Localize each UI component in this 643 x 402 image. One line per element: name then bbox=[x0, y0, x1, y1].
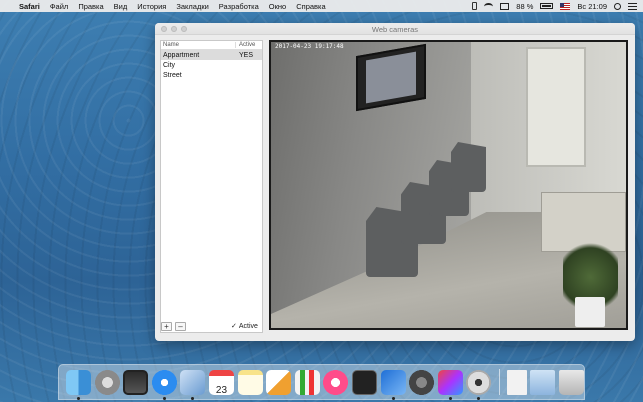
camera-timestamp: 2017-04-23 19:17:48 bbox=[275, 43, 344, 50]
menu-develop[interactable]: Разработка bbox=[219, 2, 259, 11]
menu-window[interactable]: Окно bbox=[269, 2, 286, 11]
xcode-icon[interactable] bbox=[380, 369, 406, 400]
terminal-icon[interactable] bbox=[351, 369, 377, 395]
menu-clock[interactable]: Вс 21:09 bbox=[577, 2, 607, 11]
menu-help[interactable]: Справка bbox=[296, 2, 325, 11]
mail-folder-icon[interactable] bbox=[530, 369, 556, 395]
trash-icon[interactable] bbox=[559, 369, 584, 395]
menu-view[interactable]: Вид bbox=[114, 2, 128, 11]
preview-icon[interactable] bbox=[180, 369, 206, 400]
column-header-active[interactable]: Active bbox=[236, 42, 255, 48]
camera-scene-pot bbox=[575, 297, 605, 327]
itunes-icon[interactable] bbox=[323, 369, 349, 395]
menu-edit[interactable]: Правка bbox=[78, 2, 103, 11]
window-titlebar[interactable]: Web cameras bbox=[155, 23, 635, 35]
camera-name-cell: Street bbox=[163, 71, 182, 79]
menu-file[interactable]: Файл bbox=[50, 2, 68, 11]
calendar-date-label: 23 bbox=[215, 384, 228, 396]
menu-bar: Safari Файл Правка Вид История Закладки … bbox=[0, 0, 643, 12]
battery-percent: 88 % bbox=[516, 1, 534, 11]
camera-scene-chair bbox=[451, 142, 486, 192]
pages-icon[interactable] bbox=[266, 369, 292, 395]
add-camera-button[interactable]: + bbox=[161, 322, 172, 331]
column-header-name[interactable]: Name bbox=[161, 42, 236, 48]
camera-scene-door bbox=[526, 47, 586, 167]
mission-control-icon[interactable] bbox=[123, 369, 149, 395]
camera-active-cell: YES bbox=[239, 51, 254, 59]
remove-camera-button[interactable]: – bbox=[175, 322, 186, 331]
table-header: Name Active bbox=[161, 41, 262, 50]
system-preferences-icon[interactable] bbox=[409, 369, 435, 395]
menu-app-name[interactable]: Safari bbox=[19, 2, 40, 11]
intellij-icon[interactable] bbox=[437, 369, 463, 400]
calendar-icon[interactable]: 23 bbox=[208, 369, 234, 396]
document-icon[interactable] bbox=[506, 369, 527, 395]
input-source-flag-icon[interactable] bbox=[560, 2, 571, 10]
active-checkbox[interactable]: ✓ Active bbox=[231, 322, 258, 331]
dock: 23 bbox=[58, 364, 585, 400]
launchpad-icon[interactable] bbox=[94, 369, 120, 395]
notification-center-icon[interactable] bbox=[628, 2, 637, 10]
battery-icon[interactable] bbox=[540, 3, 554, 9]
checkmark-icon: ✓ bbox=[231, 323, 237, 330]
airplay-icon[interactable] bbox=[500, 2, 510, 10]
table-row[interactable]: City bbox=[161, 60, 262, 70]
web-cameras-window: Web cameras Name Active Appartment YES C… bbox=[155, 23, 635, 341]
active-checkbox-label: Active bbox=[238, 322, 258, 330]
window-title: Web cameras bbox=[371, 25, 419, 34]
numbers-icon[interactable] bbox=[294, 369, 320, 395]
camera-name-cell: Appartment bbox=[163, 51, 200, 59]
table-row[interactable]: Appartment YES bbox=[161, 50, 262, 60]
camera-feed-view: 2017-04-23 19:17:48 bbox=[269, 40, 628, 330]
spotlight-search-icon[interactable] bbox=[614, 2, 621, 10]
safari-icon[interactable] bbox=[151, 369, 177, 400]
webcam-app-icon[interactable] bbox=[466, 369, 492, 400]
wifi-icon[interactable] bbox=[484, 2, 494, 10]
bluetooth-icon[interactable] bbox=[472, 2, 478, 10]
menu-history[interactable]: История bbox=[137, 2, 166, 11]
notes-icon[interactable] bbox=[237, 369, 263, 395]
table-row[interactable]: Street bbox=[161, 70, 262, 80]
menu-bookmarks[interactable]: Закладки bbox=[176, 2, 208, 11]
camera-name-cell: City bbox=[163, 61, 176, 69]
camera-list-table: Name Active Appartment YES City Street bbox=[160, 40, 263, 333]
finder-icon[interactable] bbox=[66, 369, 91, 400]
